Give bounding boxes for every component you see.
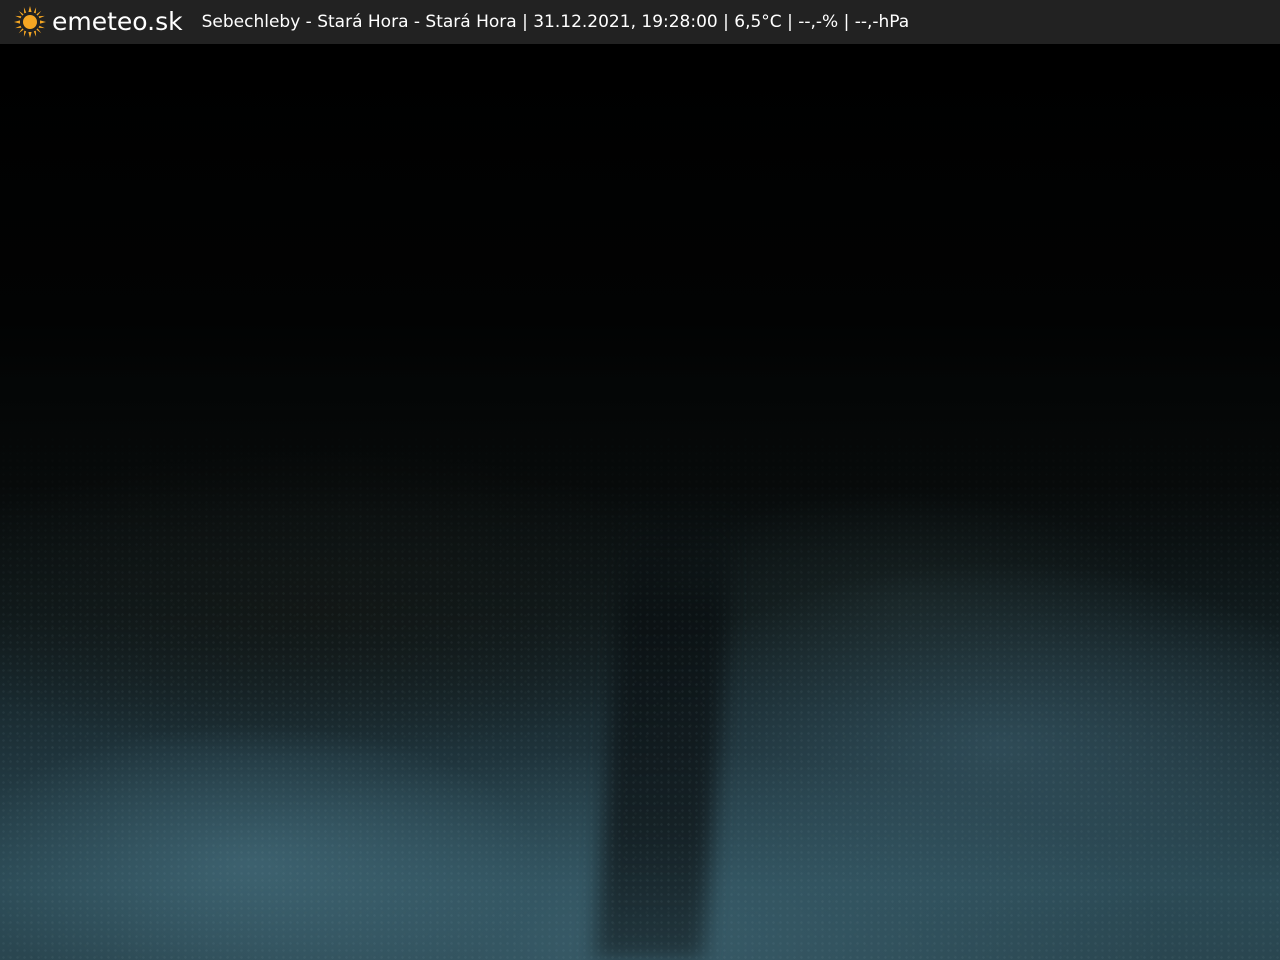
ground-texture (0, 44, 1280, 960)
sun-icon (14, 6, 46, 38)
station-caption: Sebechleby - Stará Hora - Stará Hora | 3… (201, 12, 910, 32)
brand-name: emeteo.sk (52, 7, 183, 36)
webcam-frame: emeteo.sk Sebechleby - Stará Hora - Star… (0, 0, 1280, 960)
overlay-header: emeteo.sk Sebechleby - Stará Hora - Star… (0, 0, 1280, 44)
emeteo-logo: emeteo.sk (14, 0, 183, 44)
